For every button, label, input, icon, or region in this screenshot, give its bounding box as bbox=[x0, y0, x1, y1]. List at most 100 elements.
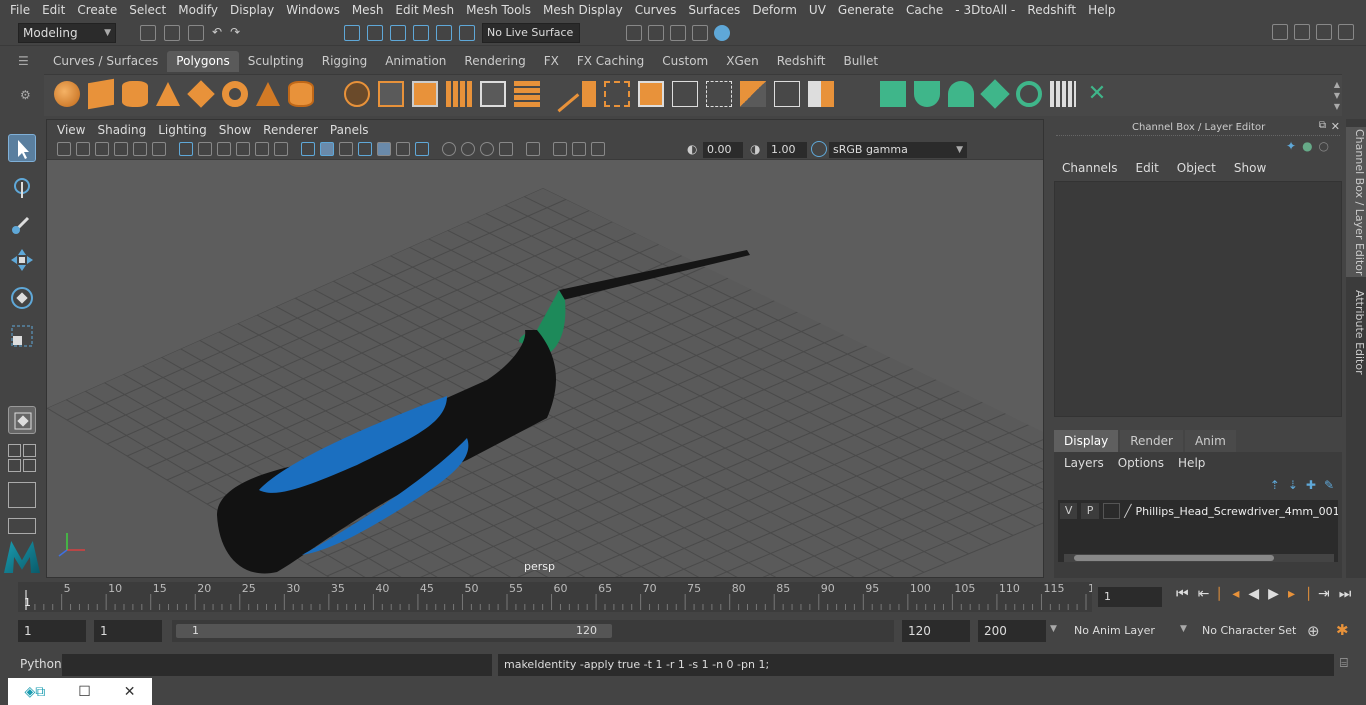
tab-display[interactable]: Display bbox=[1054, 430, 1119, 452]
camera-attr-icon[interactable] bbox=[76, 142, 90, 156]
menu-modify[interactable]: Modify bbox=[172, 3, 224, 17]
menu-3dtoall[interactable]: - 3DtoAll - bbox=[949, 3, 1021, 17]
camera-select-icon[interactable] bbox=[57, 142, 71, 156]
bridge-icon[interactable] bbox=[582, 81, 596, 107]
play-forward-icon[interactable]: ▶ bbox=[1268, 586, 1279, 602]
chevron-down-icon[interactable]: ▼ bbox=[1050, 624, 1057, 634]
character-set-dropdown[interactable]: No Character Set bbox=[1196, 620, 1300, 642]
menu-edit[interactable]: Edit bbox=[36, 3, 71, 17]
auto-key-icon[interactable]: ⊕ bbox=[1307, 622, 1320, 640]
shelf-tab-fx-caching[interactable]: FX Caching bbox=[568, 51, 653, 72]
xray-active-icon[interactable] bbox=[572, 142, 586, 156]
poly-pipe-icon[interactable] bbox=[288, 81, 314, 107]
checker-icon[interactable] bbox=[1050, 81, 1076, 107]
shelf-tab-redshift[interactable]: Redshift bbox=[768, 51, 835, 72]
tab-render[interactable]: Render bbox=[1120, 430, 1183, 452]
chevron-down-icon[interactable]: ▼ bbox=[1180, 624, 1187, 634]
snap-vertex-icon[interactable] bbox=[459, 25, 475, 41]
undo-icon[interactable]: ↶ bbox=[212, 25, 222, 41]
menu-edit-mesh[interactable]: Edit Mesh bbox=[389, 3, 460, 17]
menu-redshift[interactable]: Redshift bbox=[1021, 3, 1082, 17]
current-frame-field[interactable]: 1 bbox=[1098, 587, 1162, 607]
viewport-menu-lighting[interactable]: Lighting bbox=[152, 123, 213, 137]
attribute-editor-icon[interactable] bbox=[1294, 24, 1310, 40]
shelf-tab-polygons[interactable]: Polygons bbox=[167, 51, 239, 72]
shelf-tab-xgen[interactable]: XGen bbox=[717, 51, 768, 72]
modeling-toolkit-icon[interactable] bbox=[1272, 24, 1288, 40]
menu-select[interactable]: Select bbox=[123, 3, 172, 17]
channel-menu-show[interactable]: Show bbox=[1232, 161, 1274, 175]
menu-mesh-display[interactable]: Mesh Display bbox=[537, 3, 629, 17]
status-dot-icon[interactable]: ● bbox=[1302, 139, 1312, 153]
ipr-render-icon[interactable] bbox=[670, 25, 686, 41]
channel-menu-edit[interactable]: Edit bbox=[1134, 161, 1167, 175]
axis-icon[interactable]: ✦ bbox=[1286, 139, 1296, 153]
image-plane-icon[interactable] bbox=[114, 142, 128, 156]
combine-icon[interactable] bbox=[344, 81, 370, 107]
close-window-icon[interactable]: ✕ bbox=[124, 684, 136, 700]
move-tool-icon[interactable] bbox=[8, 246, 36, 274]
frame-all-icon[interactable] bbox=[591, 142, 605, 156]
layer-color-icon[interactable]: ╱ bbox=[1124, 504, 1131, 518]
default-material-icon[interactable] bbox=[339, 142, 353, 156]
step-back-frame-icon[interactable]: ⎸◂ bbox=[1218, 586, 1239, 602]
shelf-scroll-arrows[interactable]: ▲ ▼ ▼ bbox=[1334, 79, 1340, 112]
viewport-menu-panels[interactable]: Panels bbox=[324, 123, 375, 137]
poly-plane-icon[interactable] bbox=[187, 80, 215, 108]
merge-icon[interactable] bbox=[774, 81, 800, 107]
menu-mesh-tools[interactable]: Mesh Tools bbox=[460, 3, 537, 17]
layer-row[interactable]: V P ╱ Phillips_Head_Screwdriver_4mm_001_ bbox=[1060, 502, 1338, 520]
layout-single-icon[interactable] bbox=[8, 482, 36, 508]
playback-end-field[interactable]: 120 bbox=[902, 620, 970, 642]
scrollbar-thumb[interactable] bbox=[1074, 555, 1274, 561]
step-forward-frame-icon[interactable]: ▸⎹ bbox=[1288, 586, 1309, 602]
menu-curves[interactable]: Curves bbox=[629, 3, 683, 17]
viewport-menu-show[interactable]: Show bbox=[213, 123, 257, 137]
shelf-tab-bullet[interactable]: Bullet bbox=[834, 51, 887, 72]
command-input[interactable] bbox=[62, 654, 492, 676]
gamma-field[interactable]: 1.00 bbox=[767, 142, 807, 158]
play-backward-icon[interactable]: ◀ bbox=[1248, 586, 1259, 602]
render-settings-icon[interactable] bbox=[692, 25, 708, 41]
anim-layer-dropdown[interactable]: No Anim Layer bbox=[1068, 620, 1174, 642]
cylindrical-map-icon[interactable] bbox=[914, 81, 940, 107]
script-editor-icon[interactable]: ⌸ bbox=[1340, 656, 1348, 671]
paint-select-icon[interactable] bbox=[8, 210, 36, 238]
range-slider[interactable]: 1 120 bbox=[172, 620, 894, 642]
unfold-icon[interactable] bbox=[1016, 81, 1042, 107]
append-icon[interactable] bbox=[604, 81, 630, 107]
layer-visibility-toggle[interactable]: V bbox=[1060, 503, 1078, 519]
smooth-icon[interactable] bbox=[446, 81, 472, 107]
open-scene-icon[interactable] bbox=[164, 25, 180, 41]
layer-menu-help[interactable]: Help bbox=[1174, 456, 1211, 470]
new-layer-selected-icon[interactable]: ✎ bbox=[1324, 478, 1334, 492]
layer-menu-layers[interactable]: Layers bbox=[1060, 456, 1110, 470]
tab-channel-box[interactable]: Channel Box / Layer Editor bbox=[1346, 127, 1366, 277]
menu-create[interactable]: Create bbox=[71, 3, 123, 17]
xray-joints-icon[interactable] bbox=[553, 142, 567, 156]
redo-icon[interactable]: ↷ bbox=[230, 25, 240, 41]
channel-menu-object[interactable]: Object bbox=[1175, 161, 1224, 175]
scene-canvas[interactable] bbox=[47, 160, 1043, 577]
soft-select-icon[interactable] bbox=[8, 406, 36, 434]
playback-start-field[interactable]: 1 bbox=[94, 620, 162, 642]
fill-hole-icon[interactable] bbox=[638, 81, 664, 107]
scale-tool-icon[interactable] bbox=[8, 322, 36, 350]
multicut-icon[interactable] bbox=[542, 75, 580, 113]
viewport-menu-shading[interactable]: Shading bbox=[91, 123, 152, 137]
menu-deform[interactable]: Deform bbox=[746, 3, 803, 17]
insert-loop-icon[interactable] bbox=[706, 81, 732, 107]
symmetry-icon[interactable]: ✕ bbox=[1084, 81, 1110, 107]
shelf-tab-fx[interactable]: FX bbox=[535, 51, 568, 72]
snap-surface-icon[interactable] bbox=[436, 25, 452, 41]
viewport-panel[interactable]: View Shading Lighting Show Renderer Panels bbox=[46, 119, 1044, 578]
smooth-shade-icon[interactable] bbox=[320, 142, 334, 156]
grease-pencil-icon[interactable] bbox=[152, 142, 166, 156]
render-frame-icon[interactable] bbox=[648, 25, 664, 41]
gate-mask-icon[interactable] bbox=[236, 142, 250, 156]
wireframe-icon[interactable] bbox=[301, 142, 315, 156]
shelf-tab-curves-surfaces[interactable]: Curves / Surfaces bbox=[44, 51, 167, 72]
poly-sphere-icon[interactable] bbox=[54, 81, 80, 107]
resolution-gate-icon[interactable] bbox=[217, 142, 231, 156]
shelf-tab-sculpting[interactable]: Sculpting bbox=[239, 51, 313, 72]
